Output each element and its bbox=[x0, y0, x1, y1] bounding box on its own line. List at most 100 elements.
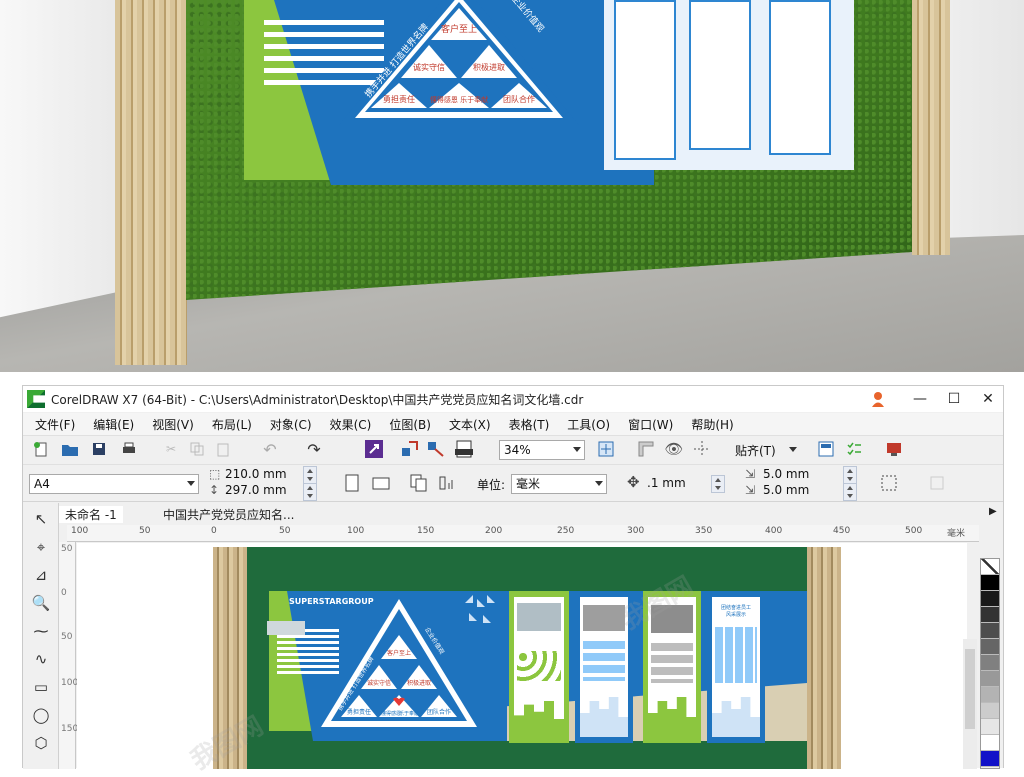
horizontal-ruler[interactable]: 100 50 0 50 100 150 200 250 300 350 400 … bbox=[67, 525, 979, 542]
minimize-button[interactable]: — bbox=[907, 389, 933, 409]
color-swatch[interactable] bbox=[981, 671, 999, 687]
options-icon[interactable] bbox=[817, 440, 835, 458]
redo-icon[interactable]: ↷ bbox=[305, 440, 323, 459]
drawing-canvas[interactable]: SUPERSTARGROUP 客户至上 诚实守信 积极进取 勇担责任 懂得感恩 … bbox=[77, 543, 967, 776]
treat-as-filled-icon[interactable] bbox=[879, 473, 899, 493]
value-cell-2: 诚实守信 bbox=[367, 679, 391, 687]
color-swatch[interactable] bbox=[981, 703, 999, 719]
freehand-tool-icon[interactable]: ⁓ bbox=[31, 621, 51, 641]
maximize-button[interactable]: ☐ bbox=[941, 389, 967, 409]
open-icon[interactable] bbox=[61, 441, 79, 457]
menu-view[interactable]: 视图(V) bbox=[143, 416, 203, 433]
color-swatch[interactable] bbox=[981, 735, 999, 751]
height-stepper[interactable] bbox=[303, 483, 317, 501]
dup-x-value[interactable]: 5.0 mm bbox=[763, 467, 809, 481]
landscape-icon[interactable] bbox=[371, 473, 391, 493]
ruler-tick: 50 bbox=[279, 526, 291, 536]
object-copy-icon[interactable] bbox=[927, 473, 947, 493]
user-account-icon[interactable] bbox=[871, 391, 885, 407]
save-icon[interactable] bbox=[91, 441, 107, 457]
vertical-scrollbar[interactable] bbox=[963, 639, 977, 769]
tab-scroll-right-icon[interactable]: ▶ bbox=[989, 506, 997, 517]
value-cell-7: 团队合作 bbox=[427, 708, 451, 716]
paste-icon[interactable] bbox=[215, 441, 231, 457]
new-icon[interactable] bbox=[33, 441, 49, 457]
ruler-tick: 50 bbox=[61, 632, 73, 642]
all-pages-icon[interactable] bbox=[409, 473, 429, 493]
property-bar: A4 ⬚ 210.0 mm ↕ 297.0 mm 单位: 毫米 ✥ .1 mm … bbox=[23, 464, 1003, 502]
tab-untitled[interactable]: 未命名 -1 bbox=[59, 506, 123, 523]
color-swatch[interactable] bbox=[981, 687, 999, 703]
photo-top-right: 企业价值观 bbox=[509, 0, 547, 34]
units-select[interactable]: 毫米 bbox=[511, 474, 607, 494]
menu-bitmaps[interactable]: 位图(B) bbox=[380, 416, 440, 433]
polygon-tool-icon[interactable]: ⬡ bbox=[31, 733, 51, 753]
dup-y-value[interactable]: 5.0 mm bbox=[763, 483, 809, 497]
print-icon[interactable] bbox=[121, 441, 137, 457]
color-swatch[interactable] bbox=[981, 751, 999, 767]
tab-culture-wall[interactable]: 中国共产党党员应知名... bbox=[163, 506, 294, 523]
rulers-icon[interactable] bbox=[637, 440, 655, 458]
display-panel-2 bbox=[575, 591, 633, 743]
menu-layout[interactable]: 布局(L) bbox=[203, 416, 261, 433]
import-icon[interactable] bbox=[401, 440, 419, 458]
menu-file[interactable]: 文件(F) bbox=[23, 416, 84, 433]
menu-table[interactable]: 表格(T) bbox=[500, 416, 559, 433]
menu-object[interactable]: 对象(C) bbox=[261, 416, 321, 433]
dup-x-stepper[interactable] bbox=[843, 466, 857, 484]
rectangle-tool-icon[interactable]: ▭ bbox=[31, 677, 51, 697]
zoom-tool-icon[interactable]: 🔍 bbox=[31, 593, 51, 613]
dup-y-stepper[interactable] bbox=[843, 483, 857, 501]
value-cell-4: 勇担责任 bbox=[347, 708, 371, 716]
color-swatch[interactable] bbox=[981, 591, 999, 607]
menu-effects[interactable]: 效果(C) bbox=[321, 416, 381, 433]
export-icon[interactable] bbox=[427, 440, 445, 458]
color-swatch[interactable] bbox=[981, 719, 999, 735]
page-width-value[interactable]: 210.0 mm bbox=[225, 467, 287, 481]
color-swatch[interactable] bbox=[981, 623, 999, 639]
width-stepper[interactable] bbox=[303, 466, 317, 484]
guidelines-icon[interactable] bbox=[693, 440, 711, 458]
ellipse-tool-icon[interactable]: ◯ bbox=[31, 705, 51, 725]
menu-window[interactable]: 窗口(W) bbox=[619, 416, 682, 433]
search-app-icon[interactable] bbox=[365, 440, 383, 458]
pdf-icon[interactable] bbox=[455, 440, 475, 458]
vertical-ruler[interactable]: 50 0 50 100 150 bbox=[59, 542, 78, 769]
scroll-thumb[interactable] bbox=[965, 649, 975, 729]
pick-tool-icon[interactable]: ↖ bbox=[31, 509, 51, 529]
color-swatch[interactable] bbox=[981, 655, 999, 671]
color-swatch[interactable] bbox=[981, 575, 999, 591]
menu-text[interactable]: 文本(X) bbox=[440, 416, 500, 433]
toolbox: ↖ ⌖ ⊿ 🔍 ⁓ ∿ ▭ ◯ ⬡ bbox=[23, 503, 59, 769]
page-height-value[interactable]: 297.0 mm bbox=[225, 483, 287, 497]
zoom-level-field[interactable]: 34% bbox=[499, 440, 585, 460]
nudge-stepper[interactable] bbox=[711, 475, 725, 493]
chevron-down-icon bbox=[573, 447, 581, 452]
shape-tool-icon[interactable]: ⌖ bbox=[31, 537, 51, 557]
copy-icon[interactable] bbox=[189, 441, 205, 457]
page-size-select[interactable]: A4 bbox=[29, 474, 199, 494]
height-icon: ↕ bbox=[209, 483, 220, 497]
coreldraw-window: CorelDRAW X7 (64-Bit) - C:\Users\Adminis… bbox=[22, 385, 1004, 776]
no-color-swatch[interactable] bbox=[981, 559, 999, 575]
menu-help[interactable]: 帮助(H) bbox=[682, 416, 742, 433]
undo-icon[interactable]: ↶ bbox=[261, 440, 279, 459]
cut-icon[interactable]: ✂ bbox=[163, 441, 179, 457]
view-icon[interactable]: 👁 bbox=[664, 440, 683, 458]
portrait-icon[interactable] bbox=[343, 473, 361, 493]
photo-panel-1 bbox=[614, 0, 676, 160]
values-triangle-photo: 客户至上 诚实守信 积极进取 勇担责任 懂得感恩 乐于奉献 团队合作 携手并进 … bbox=[339, 0, 579, 125]
full-screen-icon[interactable] bbox=[597, 440, 615, 458]
crop-tool-icon[interactable]: ⊿ bbox=[31, 565, 51, 585]
menu-tools[interactable]: 工具(O) bbox=[558, 416, 619, 433]
close-button[interactable]: ✕ bbox=[975, 389, 1001, 409]
nudge-value[interactable]: .1 mm bbox=[647, 476, 686, 490]
current-page-icon[interactable] bbox=[437, 473, 457, 493]
snap-to-dropdown[interactable]: 贴齐(T) bbox=[735, 442, 776, 459]
checklist-icon[interactable] bbox=[845, 440, 863, 458]
color-swatch[interactable] bbox=[981, 639, 999, 655]
launch-icon[interactable] bbox=[885, 440, 903, 458]
color-swatch[interactable] bbox=[981, 607, 999, 623]
artistic-media-icon[interactable]: ∿ bbox=[31, 649, 51, 669]
menu-edit[interactable]: 编辑(E) bbox=[84, 416, 143, 433]
